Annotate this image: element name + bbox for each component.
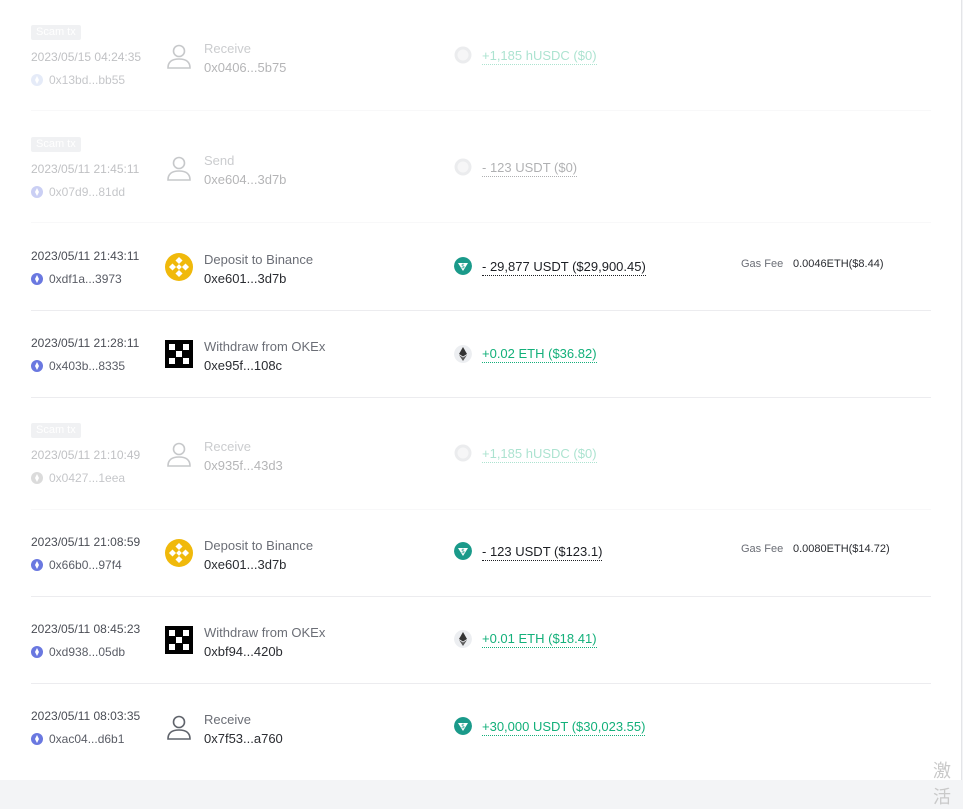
usdt-token-icon: $ <box>454 717 472 735</box>
counterparty-address[interactable]: 0x7f53...a760 <box>204 731 283 746</box>
tx-amount[interactable]: +0.02 ETH ($36.82) <box>482 346 597 363</box>
tx-time: 2023/05/11 21:10:49 <box>31 448 141 462</box>
okex-logo-icon <box>165 626 193 654</box>
tx-action: Withdraw from OKEx <box>204 339 326 354</box>
scam-tx-badge: Scam tx <box>31 25 81 40</box>
transaction-history-panel: Scam tx 2023/05/15 04:24:35 0x13bd...bb5… <box>0 0 962 780</box>
tx-time: 2023/05/15 04:24:35 <box>31 50 142 64</box>
person-icon <box>167 442 191 467</box>
tx-amount[interactable]: - 123 USDT ($123.1) <box>482 544 603 561</box>
binance-logo-icon <box>165 253 193 281</box>
tx-hash-link[interactable]: 0xac04...d6b1 <box>31 732 124 746</box>
tx-amount[interactable]: +30,000 USDT ($30,023.55) <box>482 719 646 736</box>
tx-time: 2023/05/11 21:43:11 <box>31 249 140 263</box>
tx-hash-link[interactable]: 0xdf1a...3973 <box>31 272 122 286</box>
okex-logo-icon <box>165 340 193 368</box>
tx-hash-link[interactable]: 0x403b...8335 <box>31 359 125 373</box>
transaction-row[interactable]: Scam tx 2023/05/11 21:10:49 0x0427...1ee… <box>0 398 961 510</box>
ethereum-chain-icon <box>31 733 43 745</box>
counterparty-address[interactable]: 0xe95f...108c <box>204 358 282 373</box>
tx-action: Receive <box>204 41 251 56</box>
transaction-row[interactable]: 2023/05/11 08:45:23 0xd938...05db Withdr… <box>0 597 961 684</box>
usdt-token-icon: $ <box>454 542 472 560</box>
gray-chain-icon <box>31 472 43 484</box>
counterparty-address[interactable]: 0x0406...5b75 <box>204 60 286 75</box>
ethereum-chain-icon <box>31 559 43 571</box>
gas-fee-label: Gas Fee <box>741 258 784 270</box>
svg-text:$: $ <box>461 263 465 270</box>
tx-action: Withdraw from OKEx <box>204 625 326 640</box>
tx-action: Deposit to Binance <box>204 252 314 267</box>
counterparty-address[interactable]: 0xe601...3d7b <box>204 271 286 286</box>
watermark-text: 激活 <box>933 761 951 808</box>
person-icon <box>167 715 191 740</box>
transaction-row[interactable]: 2023/05/11 21:08:59 0x66b0...97f4 Deposi… <box>0 510 961 597</box>
tx-action: Receive <box>204 712 251 727</box>
person-icon <box>167 44 191 69</box>
svg-text:$: $ <box>461 548 465 555</box>
ethereum-chain-icon <box>31 646 43 658</box>
unknown-token-icon <box>454 444 472 462</box>
transaction-row[interactable]: 2023/05/11 21:28:11 0x403b...8335 Withdr… <box>0 311 961 398</box>
binance-logo-icon <box>165 539 193 567</box>
arbitrum-chain-icon <box>31 74 43 86</box>
counterparty-address[interactable]: 0xe601...3d7b <box>204 557 286 572</box>
gas-fee-value: 0.0080ETH($14.72) <box>793 543 890 555</box>
eth-token-icon <box>454 345 472 363</box>
ethereum-chain-icon <box>31 273 43 285</box>
unknown-token-icon <box>454 46 472 64</box>
person-icon <box>167 156 191 181</box>
transaction-row[interactable]: Scam tx 2023/05/15 04:24:35 0x13bd...bb5… <box>0 0 961 111</box>
tx-action: Send <box>204 153 235 168</box>
counterparty-address[interactable]: 0x935f...43d3 <box>204 458 283 473</box>
tx-hash-link[interactable]: 0xd938...05db <box>31 645 125 659</box>
scam-tx-badge: Scam tx <box>31 423 81 438</box>
scam-tx-badge: Scam tx <box>31 137 81 152</box>
tx-amount[interactable]: +1,185 hUSDC ($0) <box>482 446 597 463</box>
eth-token-icon <box>454 630 472 648</box>
tx-time: 2023/05/11 08:45:23 <box>31 622 141 636</box>
unknown-token-icon <box>454 158 472 176</box>
transaction-row[interactable]: 2023/05/11 08:03:35 0xac04...d6b1 Receiv… <box>0 684 961 780</box>
tx-amount[interactable]: - 123 USDT ($0) <box>482 160 578 177</box>
transaction-row[interactable]: 2023/05/11 21:43:11 0xdf1a...3973 Deposi… <box>0 223 961 311</box>
usdt-token-icon: $ <box>454 257 472 275</box>
tx-amount[interactable]: +0.01 ETH ($18.41) <box>482 631 597 648</box>
tx-amount[interactable]: +1,185 hUSDC ($0) <box>482 48 597 65</box>
tx-action: Receive <box>204 439 251 454</box>
tx-hash-link[interactable]: 0x66b0...97f4 <box>31 558 122 572</box>
tx-time: 2023/05/11 21:28:11 <box>31 336 140 350</box>
ethereum-chain-icon <box>31 360 43 372</box>
gas-fee-value: 0.0046ETH($8.44) <box>793 258 884 270</box>
tx-amount[interactable]: - 29,877 USDT ($29,900.45) <box>482 259 646 276</box>
counterparty-address[interactable]: 0xe604...3d7b <box>204 172 286 187</box>
svg-text:$: $ <box>461 723 465 730</box>
counterparty-address[interactable]: 0xbf94...420b <box>204 644 283 659</box>
tx-hash-link[interactable]: 0x0427...1eea <box>31 471 125 485</box>
tx-time: 2023/05/11 21:45:11 <box>31 162 140 176</box>
tx-time: 2023/05/11 21:08:59 <box>31 535 141 549</box>
ethereum-chain-icon <box>31 186 43 198</box>
tx-hash-link[interactable]: 0x13bd...bb55 <box>31 73 125 87</box>
tx-time: 2023/05/11 08:03:35 <box>31 709 141 723</box>
tx-hash-link[interactable]: 0x07d9...81dd <box>31 185 125 199</box>
transaction-row[interactable]: Scam tx 2023/05/11 21:45:11 0x07d9...81d… <box>0 111 961 223</box>
tx-action: Deposit to Binance <box>204 538 314 553</box>
gas-fee-label: Gas Fee <box>741 543 784 555</box>
